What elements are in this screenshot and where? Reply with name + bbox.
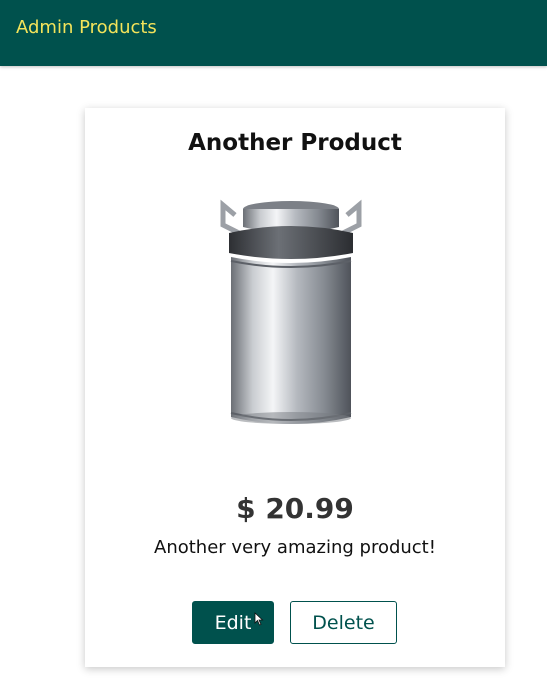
mouse-pointer-icon — [254, 612, 264, 626]
top-navigation-bar: Admin Products — [0, 0, 547, 66]
delete-button-label: Delete — [312, 611, 375, 634]
product-description: Another very amazing product! — [154, 537, 436, 558]
delete-button[interactable]: Delete — [290, 601, 397, 644]
edit-button-label: Edit — [214, 611, 252, 634]
product-price: $ 20.99 — [236, 492, 354, 525]
product-title: Another Product — [188, 130, 402, 156]
admin-products-link[interactable]: Admin Products — [16, 17, 157, 38]
product-image — [220, 199, 362, 424]
